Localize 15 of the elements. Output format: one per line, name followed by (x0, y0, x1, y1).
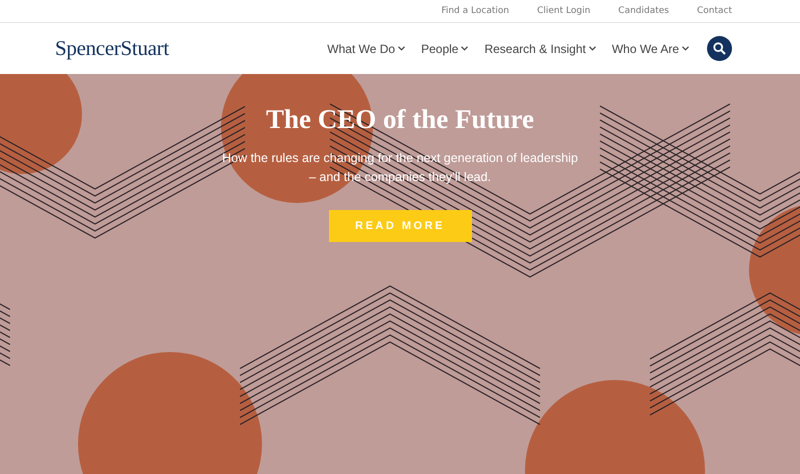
utility-link[interactable]: Candidates (618, 6, 669, 16)
chevron-down-icon (588, 46, 596, 51)
nav-menu-item[interactable]: Research & Insight (484, 42, 596, 56)
chevron-down-icon (682, 46, 689, 51)
search-icon (713, 42, 726, 55)
search-button[interactable] (707, 36, 732, 61)
chevron-down-icon (398, 46, 406, 51)
nav-menu-item[interactable]: Who We Are (612, 42, 689, 56)
nav-menu-item[interactable]: What We Do (327, 42, 406, 56)
chevron-down-icon (461, 46, 468, 51)
logo[interactable]: SpencerStuart (55, 36, 169, 61)
nav-menu-item[interactable]: People (421, 42, 468, 56)
utility-link[interactable]: Contact (696, 6, 732, 16)
utility-link[interactable]: Find a Location (441, 6, 510, 16)
utility-link[interactable]: Client Login (537, 6, 590, 16)
